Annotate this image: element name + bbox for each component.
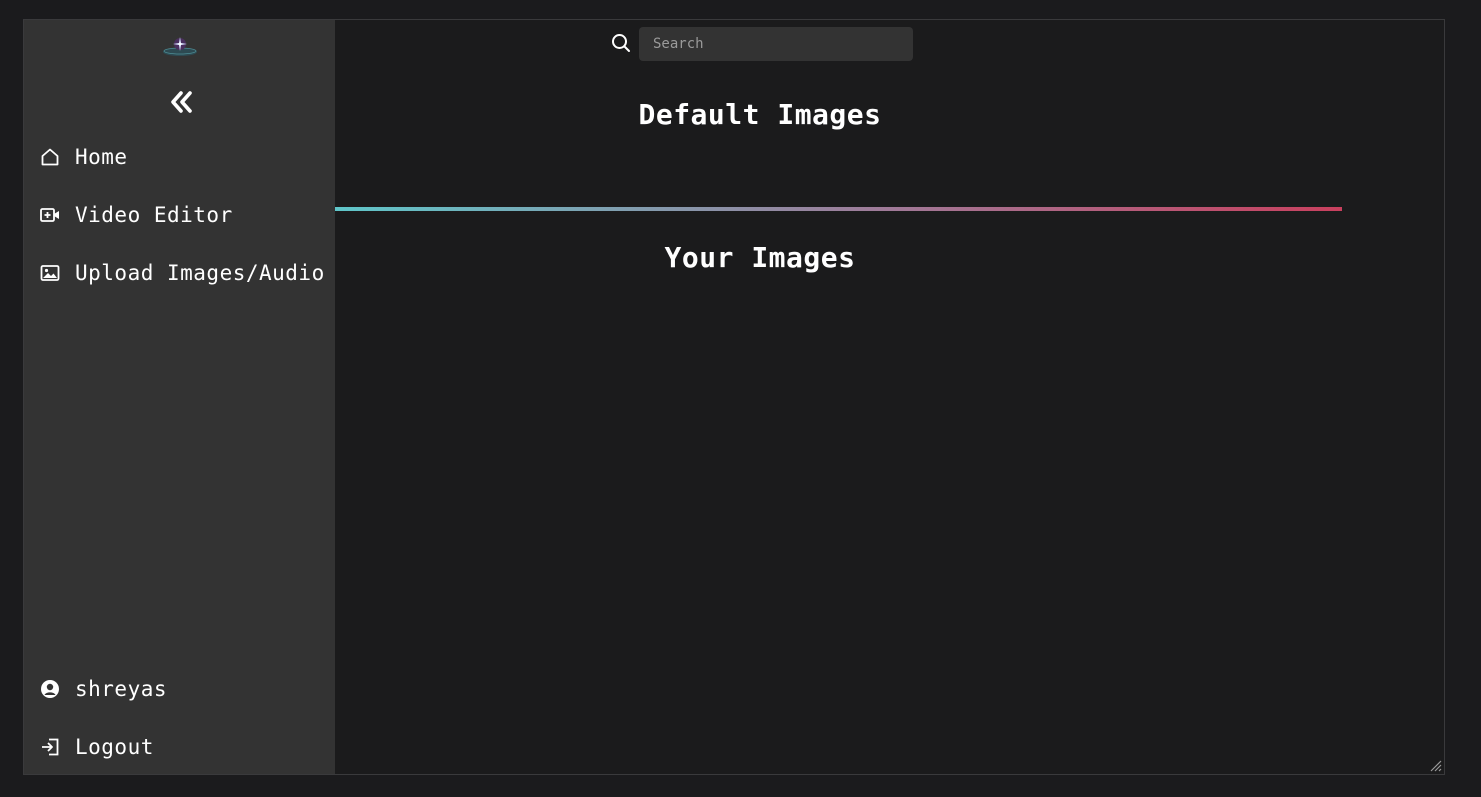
logout-button[interactable]: Logout — [40, 732, 154, 762]
default-images-heading: Default Images — [638, 98, 882, 131]
your-images-heading: Your Images — [664, 241, 856, 274]
collapse-sidebar-button[interactable] — [167, 88, 195, 116]
sidebar: Home Video Editor Upload Images/Audio sh… — [24, 20, 335, 774]
app-logo — [163, 37, 197, 56]
search-input[interactable] — [639, 27, 913, 61]
sidebar-item-video-editor[interactable]: Video Editor — [40, 200, 233, 230]
user-name: shreyas — [75, 677, 168, 701]
sidebar-item-upload[interactable]: Upload Images/Audio — [40, 258, 325, 288]
sidebar-item-home[interactable]: Home — [40, 142, 128, 172]
search-icon[interactable] — [611, 33, 631, 53]
sidebar-item-label: Home — [75, 145, 128, 169]
image-icon — [40, 263, 60, 283]
main-content: Default Images Your Images — [335, 20, 1444, 774]
logout-label: Logout — [75, 735, 154, 759]
logout-icon — [40, 737, 60, 757]
user-circle-icon — [40, 679, 60, 699]
sidebar-item-label: Video Editor — [75, 203, 233, 227]
sidebar-item-label: Upload Images/Audio — [75, 261, 325, 285]
sidebar-item-user[interactable]: shreyas — [40, 674, 167, 704]
section-divider — [335, 207, 1342, 211]
home-icon — [40, 147, 60, 167]
double-chevron-left-icon — [171, 91, 192, 113]
resize-handle-icon[interactable] — [1428, 758, 1442, 772]
video-plus-icon — [40, 205, 60, 225]
app-window: Home Video Editor Upload Images/Audio sh… — [23, 19, 1445, 775]
